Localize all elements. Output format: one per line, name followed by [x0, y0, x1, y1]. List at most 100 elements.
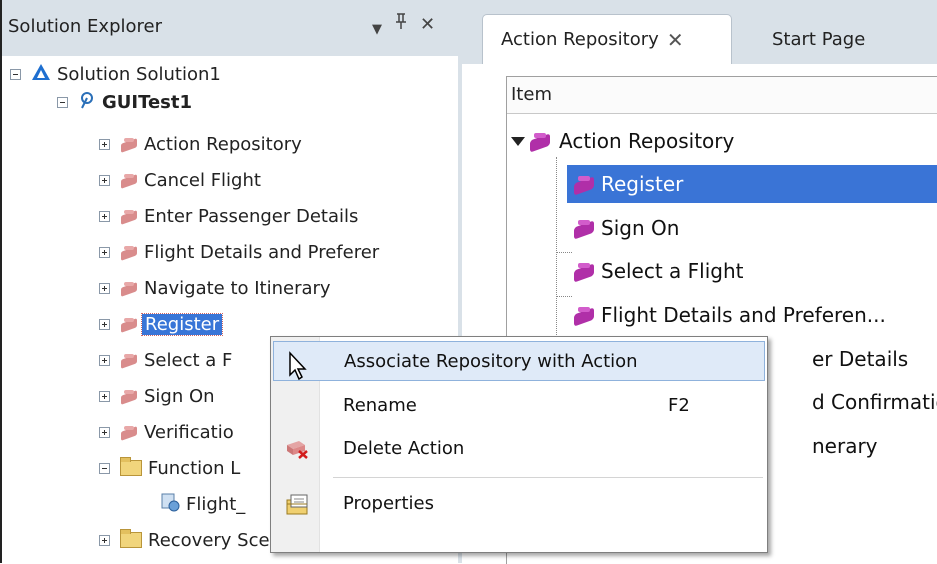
tree-node-label: Sign On — [144, 385, 215, 407]
panel-title: Solution Explorer — [8, 16, 162, 37]
tree-node-action[interactable]: Flight Details and Preferer — [99, 238, 379, 266]
menu-item-shortcut: F2 — [668, 394, 690, 416]
node-label: nerary — [812, 434, 878, 458]
action-icon — [120, 389, 138, 403]
expand-toggle-icon[interactable] — [99, 354, 110, 366]
repository-node[interactable]: nerary — [812, 427, 878, 465]
repository-node[interactable]: er Details — [812, 340, 908, 378]
tree-node-label: Verificatio — [144, 421, 234, 443]
tree-node-label: Action Repository — [144, 133, 302, 155]
tree-node-label: Cancel Flight — [144, 169, 261, 191]
tree-node-action[interactable]: Enter Passenger Details — [99, 202, 358, 230]
menu-separator — [333, 477, 763, 478]
node-label: Select a Flight — [601, 259, 744, 283]
repository-node[interactable]: Select a Flight — [567, 252, 937, 290]
repository-root-node[interactable]: Action Repository — [511, 122, 937, 160]
tree-node-label: Register — [140, 312, 224, 336]
panel-dropdown-icon[interactable]: ▼ — [372, 17, 382, 43]
expand-toggle-icon[interactable] — [99, 246, 110, 258]
action-icon — [120, 209, 138, 223]
context-menu: Associate Repository with Action Rename … — [270, 336, 768, 553]
collapse-toggle-icon[interactable] — [99, 462, 110, 474]
repository-node[interactable]: d Confirmation — [812, 383, 937, 421]
tree-node-function-library[interactable]: Flight_ — [160, 490, 245, 518]
pin-icon[interactable] — [394, 12, 408, 38]
tab-label: Action Repository — [501, 29, 659, 50]
repository-node-selected[interactable]: Register — [567, 165, 937, 203]
repository-node[interactable]: Flight Details and Preferen... — [567, 296, 937, 334]
expand-toggle-icon[interactable] — [99, 534, 110, 546]
tree-node-action[interactable]: Select a F — [99, 346, 232, 374]
tree-node-label: GUITest1 — [102, 91, 193, 113]
action-icon — [120, 425, 138, 439]
tree-node-solution[interactable]: Solution Solution1 — [10, 60, 221, 88]
tree-node-label: Solution Solution1 — [57, 63, 221, 85]
menu-item-delete-action[interactable]: Delete Action — [273, 428, 765, 468]
tree-node-label: Flight Details and Preferer — [144, 241, 380, 263]
menu-item-properties[interactable]: Properties — [273, 483, 765, 523]
tree-node-label: Select a F — [144, 349, 233, 371]
tree-node-action-selected[interactable]: Register — [99, 310, 224, 338]
collapse-toggle-icon[interactable] — [10, 68, 21, 80]
tree-node-action[interactable]: Sign On — [99, 382, 215, 410]
folder-icon — [120, 529, 142, 548]
action-icon — [573, 219, 595, 237]
expand-toggle-icon[interactable] — [99, 210, 110, 222]
menu-item-rename[interactable]: Rename F2 — [273, 385, 765, 425]
collapse-toggle-icon[interactable] — [57, 96, 68, 108]
expand-toggle-icon[interactable] — [99, 390, 110, 402]
node-label: Flight Details and Preferen... — [601, 303, 886, 327]
expand-toggle-icon[interactable] — [99, 426, 110, 438]
menu-item-label: Rename — [343, 394, 417, 416]
cursor-icon — [286, 351, 310, 386]
solution-explorer-header: Solution Explorer ▼ ✕ — [2, 0, 460, 56]
tree-node-action[interactable]: Action Repository — [99, 130, 302, 158]
tab-start-page[interactable]: Start Page — [772, 14, 932, 64]
solution-icon — [31, 63, 51, 86]
menu-item-label: Associate Repository with Action — [344, 350, 638, 372]
tab-action-repository[interactable]: Action Repository ✕ — [482, 14, 732, 64]
action-icon — [573, 306, 595, 324]
close-panel-icon[interactable]: ✕ — [420, 12, 435, 38]
close-tab-icon[interactable]: ✕ — [667, 28, 684, 52]
tree-node-label: Enter Passenger Details — [144, 205, 359, 227]
delete-action-icon — [285, 437, 309, 464]
menu-item-associate-repository[interactable]: Associate Repository with Action — [273, 341, 765, 381]
tree-node-action[interactable]: Cancel Flight — [99, 166, 261, 194]
column-header-item[interactable]: Item — [507, 77, 937, 114]
action-icon — [120, 245, 138, 259]
folder-icon — [120, 457, 142, 476]
action-icon — [120, 173, 138, 187]
document-tab-bar: Action Repository ✕ Start Page — [462, 0, 937, 64]
tree-node-action[interactable]: Navigate to Itinerary — [99, 274, 331, 302]
action-icon — [573, 175, 595, 193]
function-library-icon — [160, 492, 180, 517]
collapse-arrow-icon[interactable] — [511, 136, 525, 146]
expand-toggle-icon[interactable] — [99, 174, 110, 186]
node-label: d Confirmation — [812, 390, 937, 414]
node-label: Register — [601, 172, 684, 196]
action-icon — [529, 132, 551, 150]
expand-toggle-icon[interactable] — [99, 282, 110, 294]
tree-node-folder[interactable]: Function L — [99, 454, 240, 482]
action-icon — [573, 262, 595, 280]
properties-icon — [285, 492, 311, 521]
expand-toggle-icon[interactable] — [99, 138, 110, 150]
tree-node-label: Navigate to Itinerary — [144, 277, 331, 299]
expand-toggle-icon[interactable] — [99, 318, 110, 330]
action-icon — [120, 317, 138, 331]
node-label: Action Repository — [559, 129, 735, 153]
node-label: Sign On — [601, 216, 680, 240]
tree-node-label: Flight_ — [186, 493, 246, 515]
menu-item-label: Delete Action — [343, 437, 465, 459]
tree-node-label: Function L — [148, 457, 241, 479]
tree-node-action[interactable]: Verificatio — [99, 418, 234, 446]
tab-label: Start Page — [772, 28, 866, 50]
action-icon — [120, 353, 138, 367]
tree-node-test[interactable]: GUITest1 — [57, 88, 192, 116]
repository-node[interactable]: Sign On — [567, 209, 937, 247]
action-icon — [120, 137, 138, 151]
column-header-label: Item — [511, 84, 552, 105]
menu-item-label: Properties — [343, 492, 434, 514]
test-icon — [78, 90, 96, 115]
